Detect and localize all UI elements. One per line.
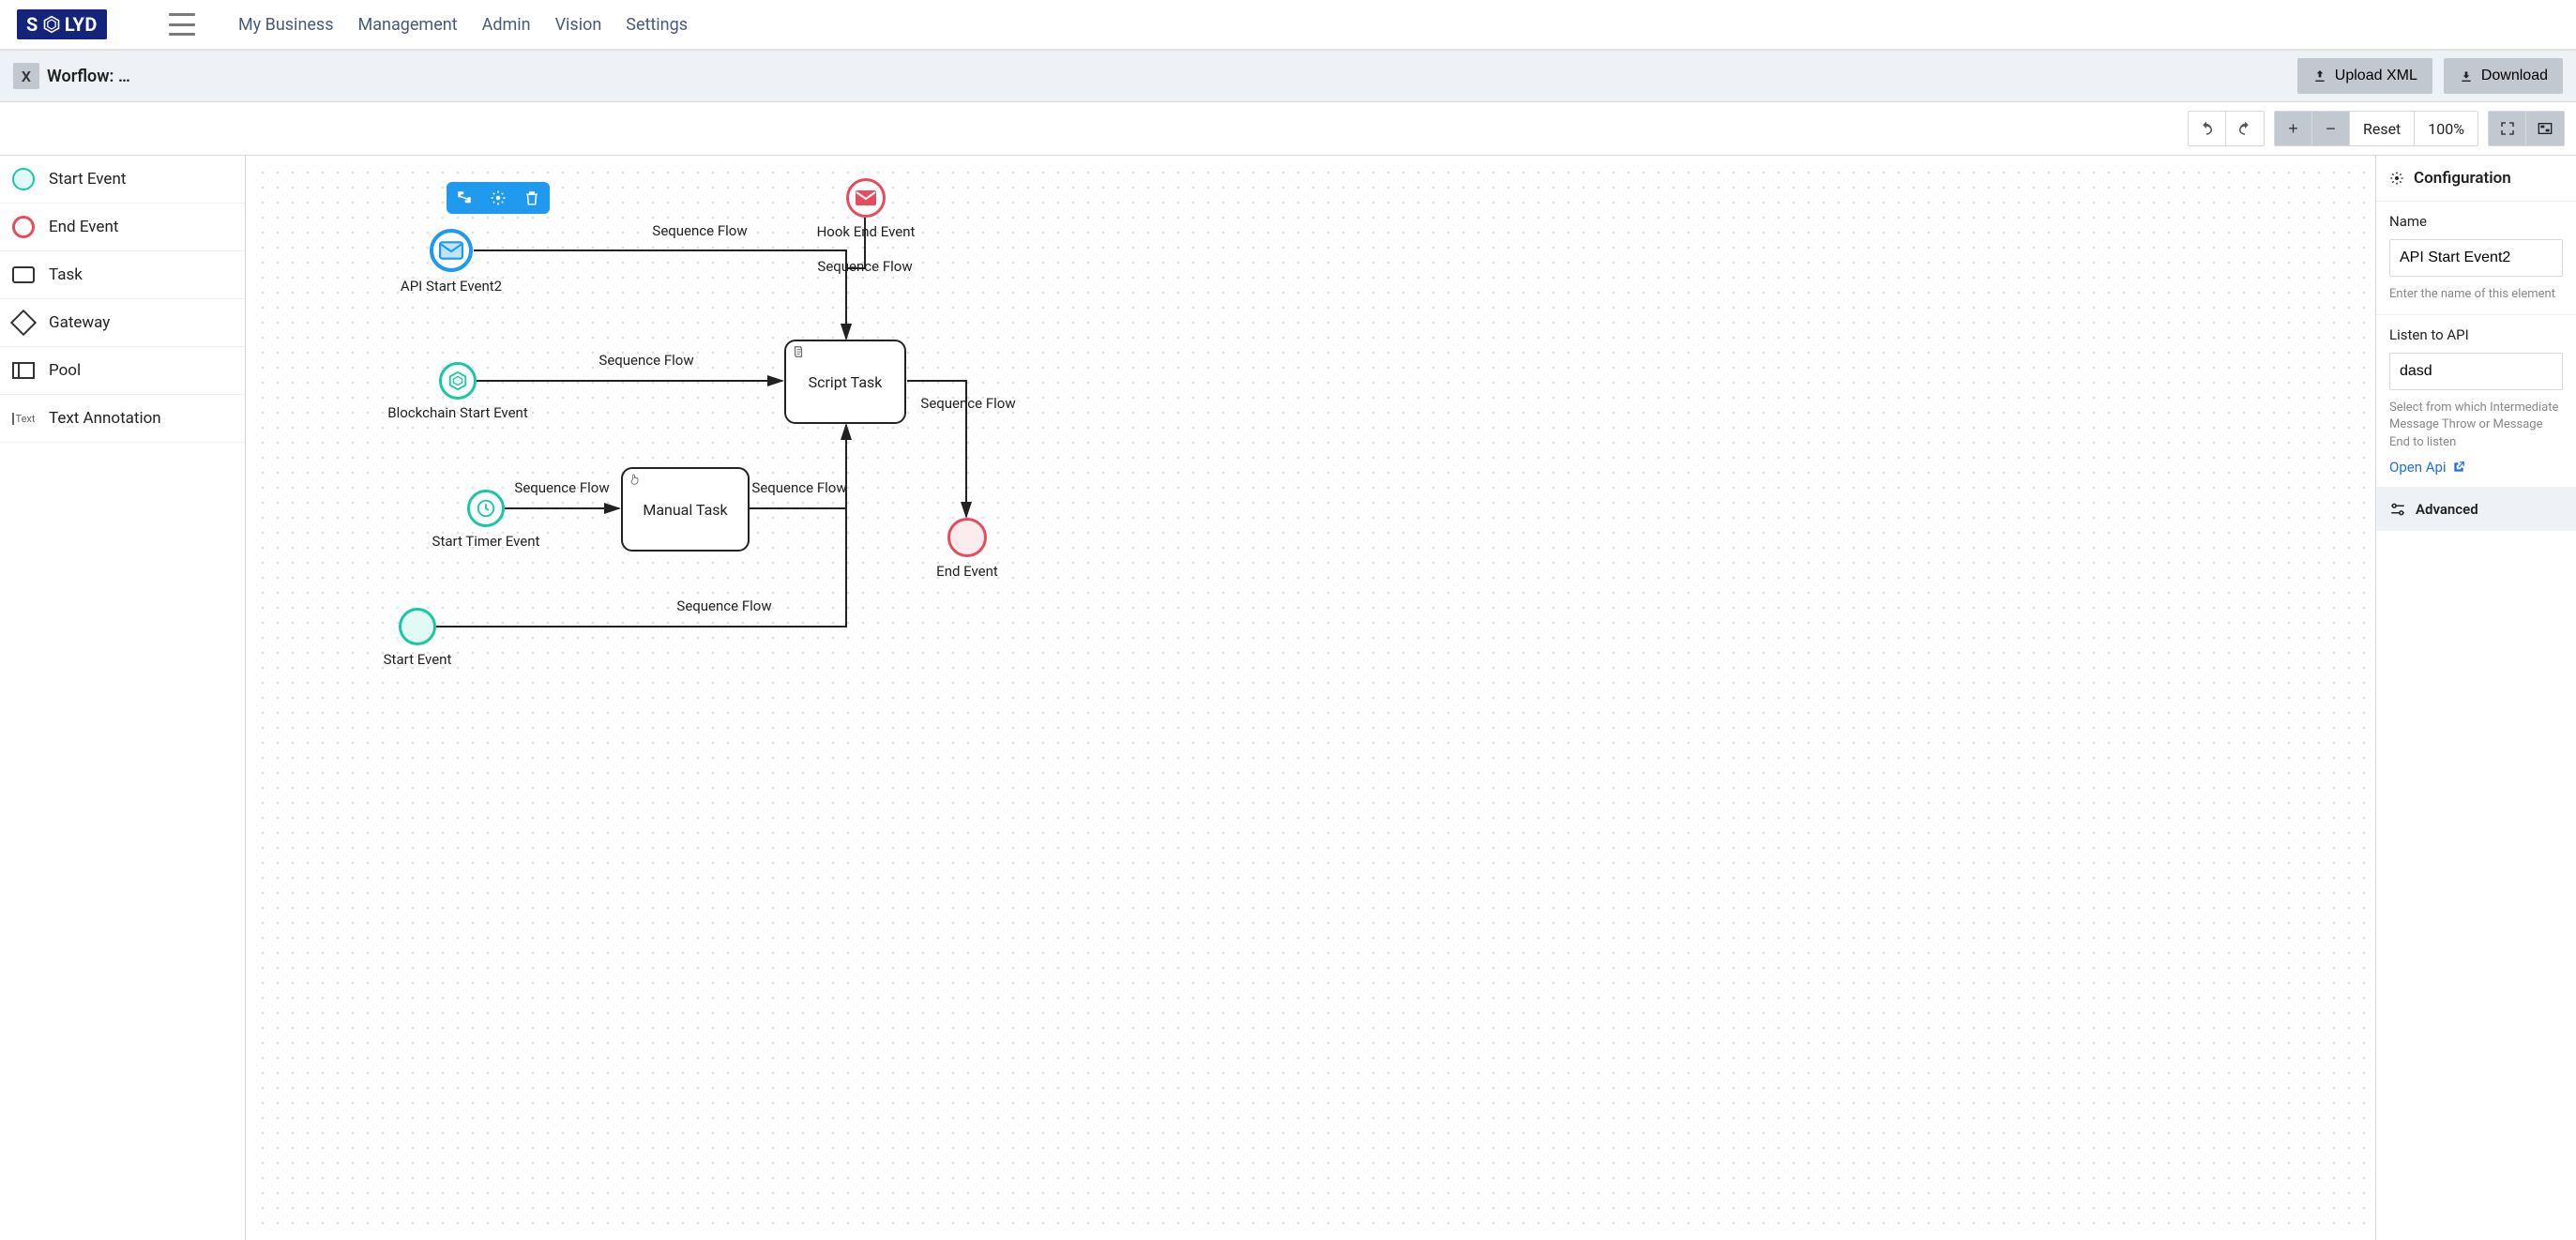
zoom-level: 100% xyxy=(2415,112,2478,145)
end-event-icon xyxy=(12,216,35,238)
edges-layer xyxy=(246,156,2375,1240)
listen-label: Listen to API xyxy=(2389,326,2563,343)
zoom-out-button[interactable]: − xyxy=(2312,112,2350,145)
download-icon xyxy=(2459,68,2474,83)
palette-gateway[interactable]: Gateway xyxy=(0,299,245,347)
workflow-tab: X Worflow: … xyxy=(13,63,130,89)
edge-label: Sequence Flow xyxy=(751,479,846,496)
annotation-icon: Text xyxy=(12,413,36,425)
node-hook-end-label: Hook End Event xyxy=(817,223,916,240)
sliders-icon xyxy=(2389,501,2406,518)
open-api-link[interactable]: Open Api xyxy=(2389,459,2465,476)
node-hook-end-event[interactable] xyxy=(846,178,886,218)
advanced-section-toggle[interactable]: Advanced xyxy=(2376,488,2576,531)
edge-label: Sequence Flow xyxy=(599,352,693,369)
nav-vision[interactable]: Vision xyxy=(555,9,602,40)
nav-my-business[interactable]: My Business xyxy=(238,9,334,40)
undo-icon xyxy=(2198,120,2215,137)
edge-label: Sequence Flow xyxy=(652,222,747,239)
redo-icon xyxy=(2236,120,2253,137)
nav-settings[interactable]: Settings xyxy=(626,9,688,40)
reset-zoom-button[interactable]: Reset xyxy=(2350,112,2415,145)
connect-icon[interactable] xyxy=(454,188,475,208)
envelope-icon xyxy=(439,241,463,260)
palette-text-annotation[interactable]: Text Text Annotation xyxy=(0,395,245,443)
node-manual-task[interactable]: Manual Task xyxy=(621,467,750,552)
name-helper: Enter the name of this element xyxy=(2389,286,2563,303)
node-end-event[interactable] xyxy=(947,518,987,557)
listen-input[interactable] xyxy=(2389,353,2563,390)
node-blockchain-start-event[interactable] xyxy=(439,362,477,400)
edge-label: Sequence Flow xyxy=(676,597,771,614)
fit-view-button[interactable] xyxy=(2489,112,2526,145)
envelope-filled-icon xyxy=(855,189,877,206)
palette-task[interactable]: Task xyxy=(0,251,245,299)
zoom-in-button[interactable]: + xyxy=(2275,112,2312,145)
name-label: Name xyxy=(2389,213,2563,230)
script-icon xyxy=(792,345,805,362)
minimap-icon xyxy=(2538,121,2553,136)
edge-label: Sequence Flow xyxy=(514,479,609,496)
nav-management[interactable]: Management xyxy=(358,9,458,40)
brand-logo[interactable]: S LYD xyxy=(17,9,107,39)
settings-icon[interactable] xyxy=(488,188,508,208)
gateway-icon xyxy=(10,310,37,336)
fit-icon xyxy=(2500,121,2515,136)
start-event-icon xyxy=(12,168,35,190)
palette-start-event[interactable]: Start Event xyxy=(0,156,245,204)
external-link-icon xyxy=(2452,461,2465,474)
config-listen-section: Listen to API Select from which Intermed… xyxy=(2376,315,2576,488)
hexagon-icon xyxy=(447,370,468,391)
node-context-toolbar xyxy=(447,182,550,214)
node-api-start-event[interactable] xyxy=(430,229,473,272)
minimap-button[interactable] xyxy=(2526,112,2564,145)
node-script-task[interactable]: Script Task xyxy=(784,340,906,424)
hand-icon xyxy=(629,473,642,490)
edge-label: Sequence Flow xyxy=(817,258,912,275)
download-button[interactable]: Download xyxy=(2444,58,2563,94)
top-nav: S LYD My Business Management Admin Visio… xyxy=(0,0,2576,50)
task-icon xyxy=(12,266,35,283)
node-api-start-label: API Start Event2 xyxy=(401,278,502,295)
upload-xml-button[interactable]: Upload XML xyxy=(2297,58,2432,94)
node-timer-start-event[interactable] xyxy=(467,490,505,527)
node-plain-start-event[interactable] xyxy=(399,608,436,645)
element-palette: Start Event End Event Task Gateway Pool … xyxy=(0,156,246,1240)
delete-icon[interactable] xyxy=(522,188,542,208)
node-end-event-label: End Event xyxy=(936,563,998,580)
gear-icon xyxy=(2389,171,2404,186)
close-tab-button[interactable]: X xyxy=(13,63,39,89)
diagram-canvas[interactable]: API Start Event2 Blockchain Start Event … xyxy=(246,156,2375,1240)
name-input[interactable] xyxy=(2389,239,2563,277)
node-timer-start-label: Start Timer Event xyxy=(432,533,540,550)
main-area: Start Event End Event Task Gateway Pool … xyxy=(0,155,2576,1240)
redo-button[interactable] xyxy=(2226,112,2264,145)
clock-icon xyxy=(476,498,496,519)
palette-pool[interactable]: Pool xyxy=(0,347,245,395)
workflow-tab-title: Worflow: … xyxy=(47,67,130,86)
config-panel: Configuration Name Enter the name of thi… xyxy=(2375,156,2576,1240)
listen-helper: Select from which Intermediate Message T… xyxy=(2389,400,2563,451)
config-panel-header: Configuration xyxy=(2376,156,2576,202)
node-blockchain-start-label: Blockchain Start Event xyxy=(387,404,527,421)
menu-toggle-icon[interactable] xyxy=(169,13,195,36)
edge-label: Sequence Flow xyxy=(920,395,1015,412)
upload-icon xyxy=(2312,68,2327,83)
undo-button[interactable] xyxy=(2189,112,2226,145)
palette-end-event[interactable]: End Event xyxy=(0,204,245,251)
node-plain-start-label: Start Event xyxy=(384,651,452,668)
sub-header: X Worflow: … Upload XML Download xyxy=(0,50,2576,102)
logo-hex-icon xyxy=(42,15,61,34)
canvas-toolbar: + − Reset 100% xyxy=(0,102,2576,155)
config-name-section: Name Enter the name of this element xyxy=(2376,202,2576,315)
nav-admin[interactable]: Admin xyxy=(482,9,531,40)
pool-icon xyxy=(12,362,35,379)
